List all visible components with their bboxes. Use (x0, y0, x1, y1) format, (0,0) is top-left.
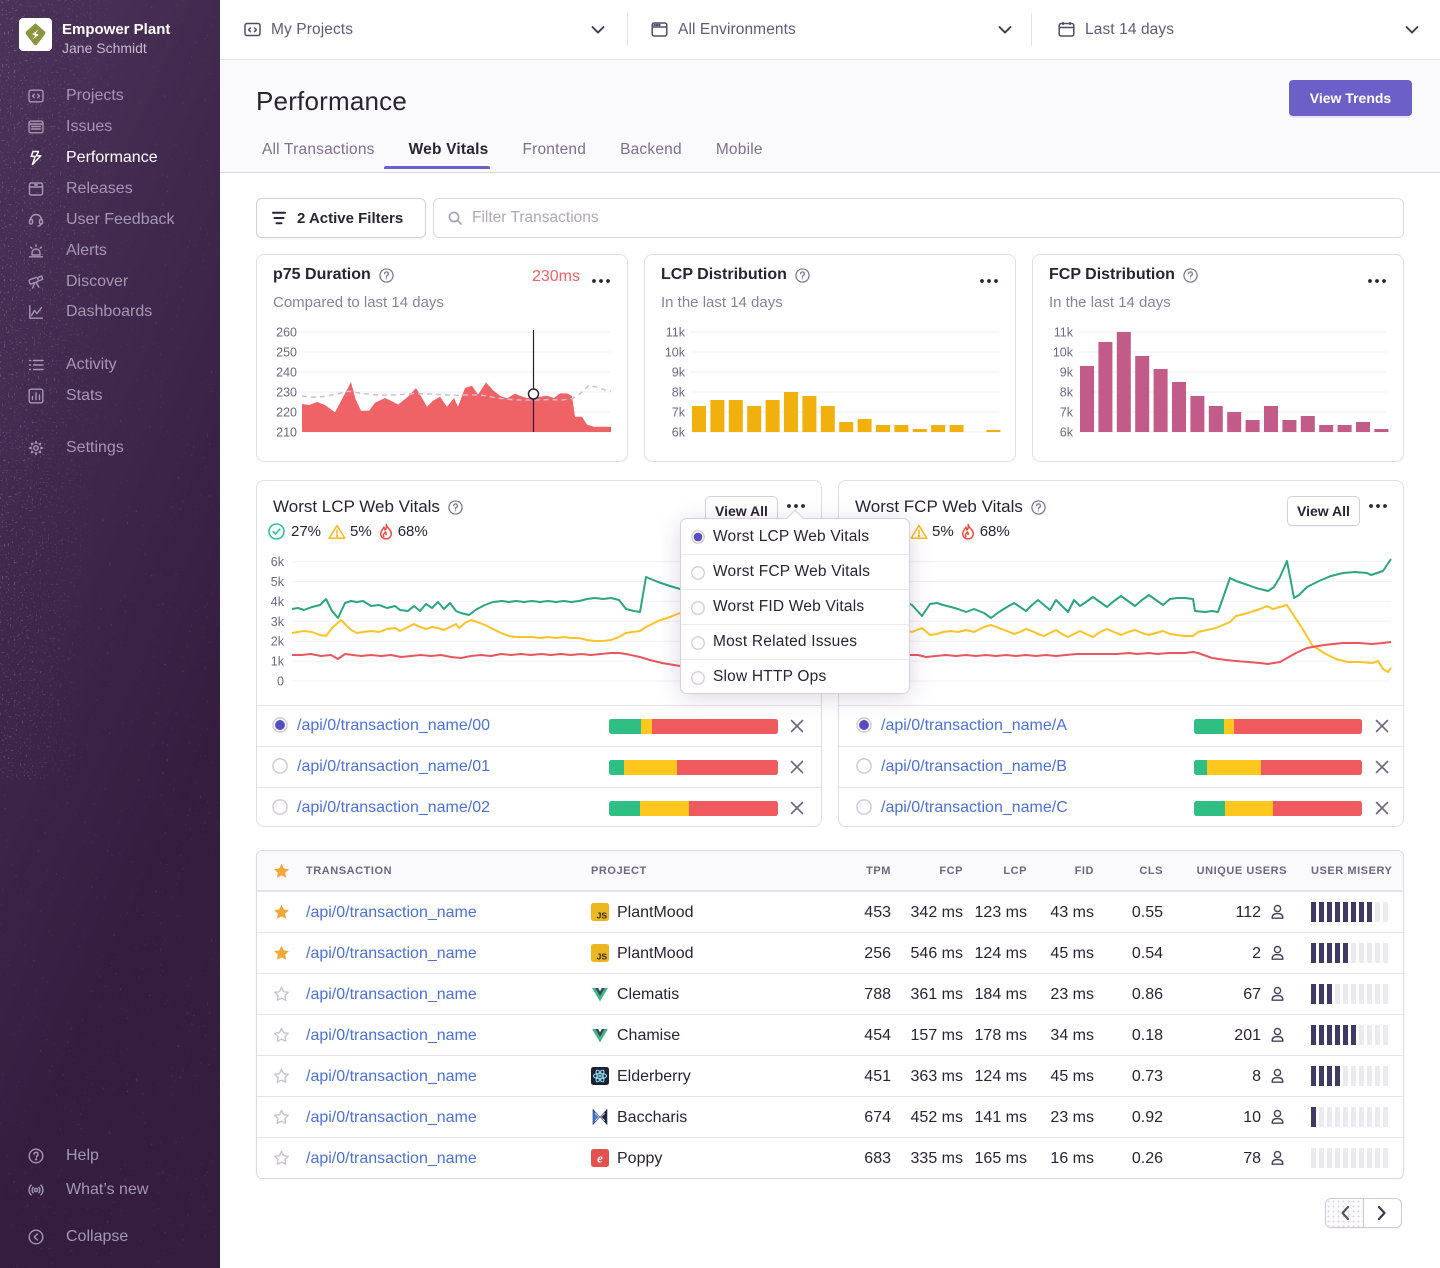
svg-text:230: 230 (276, 386, 297, 400)
svg-text:240: 240 (276, 366, 297, 380)
svg-text:9k: 9k (1060, 366, 1074, 380)
svg-text:220: 220 (276, 406, 297, 420)
svg-text:6k: 6k (271, 555, 285, 569)
svg-text:5k: 5k (271, 575, 285, 589)
svg-text:e: e (597, 1151, 603, 1166)
svg-text:260: 260 (276, 326, 297, 340)
svg-text:0: 0 (277, 675, 284, 689)
svg-text:JS: JS (597, 911, 608, 921)
svg-text:10k: 10k (665, 346, 686, 360)
svg-text:9k: 9k (672, 366, 686, 380)
svg-text:4k: 4k (271, 595, 285, 609)
svg-text:6k: 6k (1060, 426, 1074, 440)
svg-text:2k: 2k (271, 635, 285, 649)
svg-text:1k: 1k (271, 655, 285, 669)
svg-text:11k: 11k (1054, 326, 1074, 340)
svg-text:6k: 6k (672, 426, 686, 440)
svg-text:8k: 8k (672, 386, 686, 400)
svg-text:210: 210 (276, 426, 297, 440)
svg-text:10k: 10k (1053, 346, 1074, 360)
svg-text:JS: JS (597, 952, 608, 962)
svg-text:11k: 11k (666, 326, 686, 340)
svg-text:250: 250 (276, 346, 297, 360)
svg-text:8k: 8k (1060, 386, 1074, 400)
svg-text:7k: 7k (1060, 406, 1074, 420)
svg-text:3k: 3k (271, 615, 285, 629)
svg-text:7k: 7k (672, 406, 686, 420)
